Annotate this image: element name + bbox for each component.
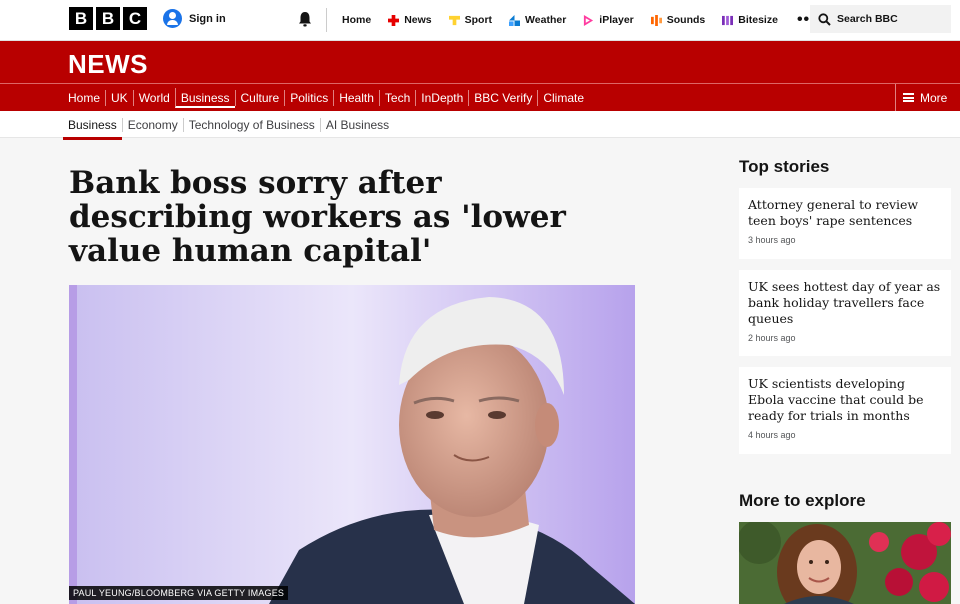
global-nav-sounds[interactable]: Sounds (650, 14, 706, 26)
global-nav-home-label: Home (342, 14, 372, 26)
news-section-nav: Home UK World Business Culture Politics … (63, 84, 589, 111)
top-story-title[interactable]: UK sees hottest day of year as bank holi… (748, 279, 942, 327)
notifications-bell-icon[interactable] (296, 10, 314, 28)
section-tab-politics[interactable]: Politics (284, 89, 333, 106)
logo-letter-c: C (123, 7, 147, 30)
global-nav-news[interactable]: News (388, 14, 432, 26)
global-nav-sounds-label: Sounds (666, 14, 706, 26)
news-header: NEWS Home UK World Business Culture Poli… (0, 41, 960, 111)
sign-in-link[interactable]: Sign in (163, 9, 226, 28)
section-tab-culture[interactable]: Culture (234, 89, 285, 106)
hero-photo (69, 285, 635, 604)
explore-story-image[interactable] (739, 522, 951, 604)
search-icon (818, 12, 831, 26)
top-story-time: 3 hours ago (748, 235, 796, 245)
global-header: B B C Sign in Home News Sport Weather iP… (0, 0, 960, 41)
top-story-card[interactable]: UK sees hottest day of year as bank holi… (739, 270, 951, 356)
weather-icon (509, 14, 521, 26)
image-credit-caption: PAUL YEUNG/BLOOMBERG VIA GETTY IMAGES (69, 586, 289, 600)
more-sections-button[interactable]: More (895, 84, 960, 111)
article-headline: Bank boss sorry after describing workers… (69, 165, 566, 269)
top-story-time: 2 hours ago (748, 333, 796, 343)
top-story-time: 4 hours ago (748, 430, 796, 440)
logo-letter-b2: B (96, 7, 120, 30)
top-story-title[interactable]: Attorney general to review teen boys' ra… (748, 197, 942, 229)
global-nav-sport[interactable]: Sport (448, 14, 493, 26)
global-nav-sport-label: Sport (464, 14, 493, 26)
global-nav-weather[interactable]: Weather (509, 14, 566, 26)
explore-photo (739, 522, 951, 604)
global-nav-bitesize-label: Bitesize (738, 14, 778, 26)
global-nav-iplayer[interactable]: iPlayer (583, 14, 634, 26)
section-tab-health[interactable]: Health (333, 89, 379, 106)
section-tab-uk[interactable]: UK (105, 89, 133, 106)
subnav-technology-of-business[interactable]: Technology of Business (182, 117, 320, 132)
header-divider (326, 8, 327, 32)
section-tab-indepth[interactable]: InDepth (415, 89, 468, 106)
article-hero-image (69, 285, 635, 604)
sign-in-label: Sign in (189, 12, 226, 25)
global-nav: Home News Sport Weather iPlayer Sounds B… (342, 0, 831, 40)
global-nav-iplayer-label: iPlayer (599, 14, 634, 26)
more-to-explore-heading: More to explore (739, 491, 866, 510)
business-subnav: Business Economy Technology of Business … (0, 111, 960, 140)
sport-icon (448, 15, 460, 25)
bitesize-icon (722, 15, 734, 25)
section-tab-business[interactable]: Business (174, 87, 235, 108)
more-sections-label: More (920, 90, 948, 105)
section-tab-home[interactable]: Home (63, 90, 105, 106)
section-tab-bbc-verify[interactable]: BBC Verify (468, 89, 537, 106)
sounds-icon (650, 14, 662, 26)
global-nav-home[interactable]: Home (342, 14, 371, 26)
search-bbc-button[interactable]: Search BBC (810, 5, 951, 33)
top-story-card[interactable]: UK scientists developing Ebola vaccine t… (739, 367, 951, 454)
section-tab-tech[interactable]: Tech (378, 89, 415, 106)
subnav-ai-business[interactable]: AI Business (319, 117, 394, 132)
subnav-business[interactable]: Business (63, 118, 122, 140)
subnav-economy[interactable]: Economy (121, 117, 183, 132)
global-nav-bitesize[interactable]: Bitesize (722, 14, 778, 26)
iplayer-icon (584, 14, 594, 26)
search-bbc-label: Search BBC (837, 13, 898, 25)
global-nav-weather-label: Weather (525, 14, 567, 26)
bbc-logo[interactable]: B B C (69, 7, 147, 30)
hamburger-icon (903, 93, 914, 102)
news-brand-title[interactable]: NEWS (68, 49, 148, 80)
section-tab-climate[interactable]: Climate (537, 89, 589, 106)
logo-letter-b1: B (69, 7, 93, 30)
news-icon (388, 14, 400, 26)
top-story-card[interactable]: Attorney general to review teen boys' ra… (739, 188, 951, 259)
top-story-title[interactable]: UK scientists developing Ebola vaccine t… (748, 376, 942, 424)
section-tab-world[interactable]: World (132, 89, 175, 106)
top-stories-heading: Top stories (739, 157, 830, 176)
account-icon (163, 9, 182, 28)
global-nav-news-label: News (404, 14, 432, 26)
